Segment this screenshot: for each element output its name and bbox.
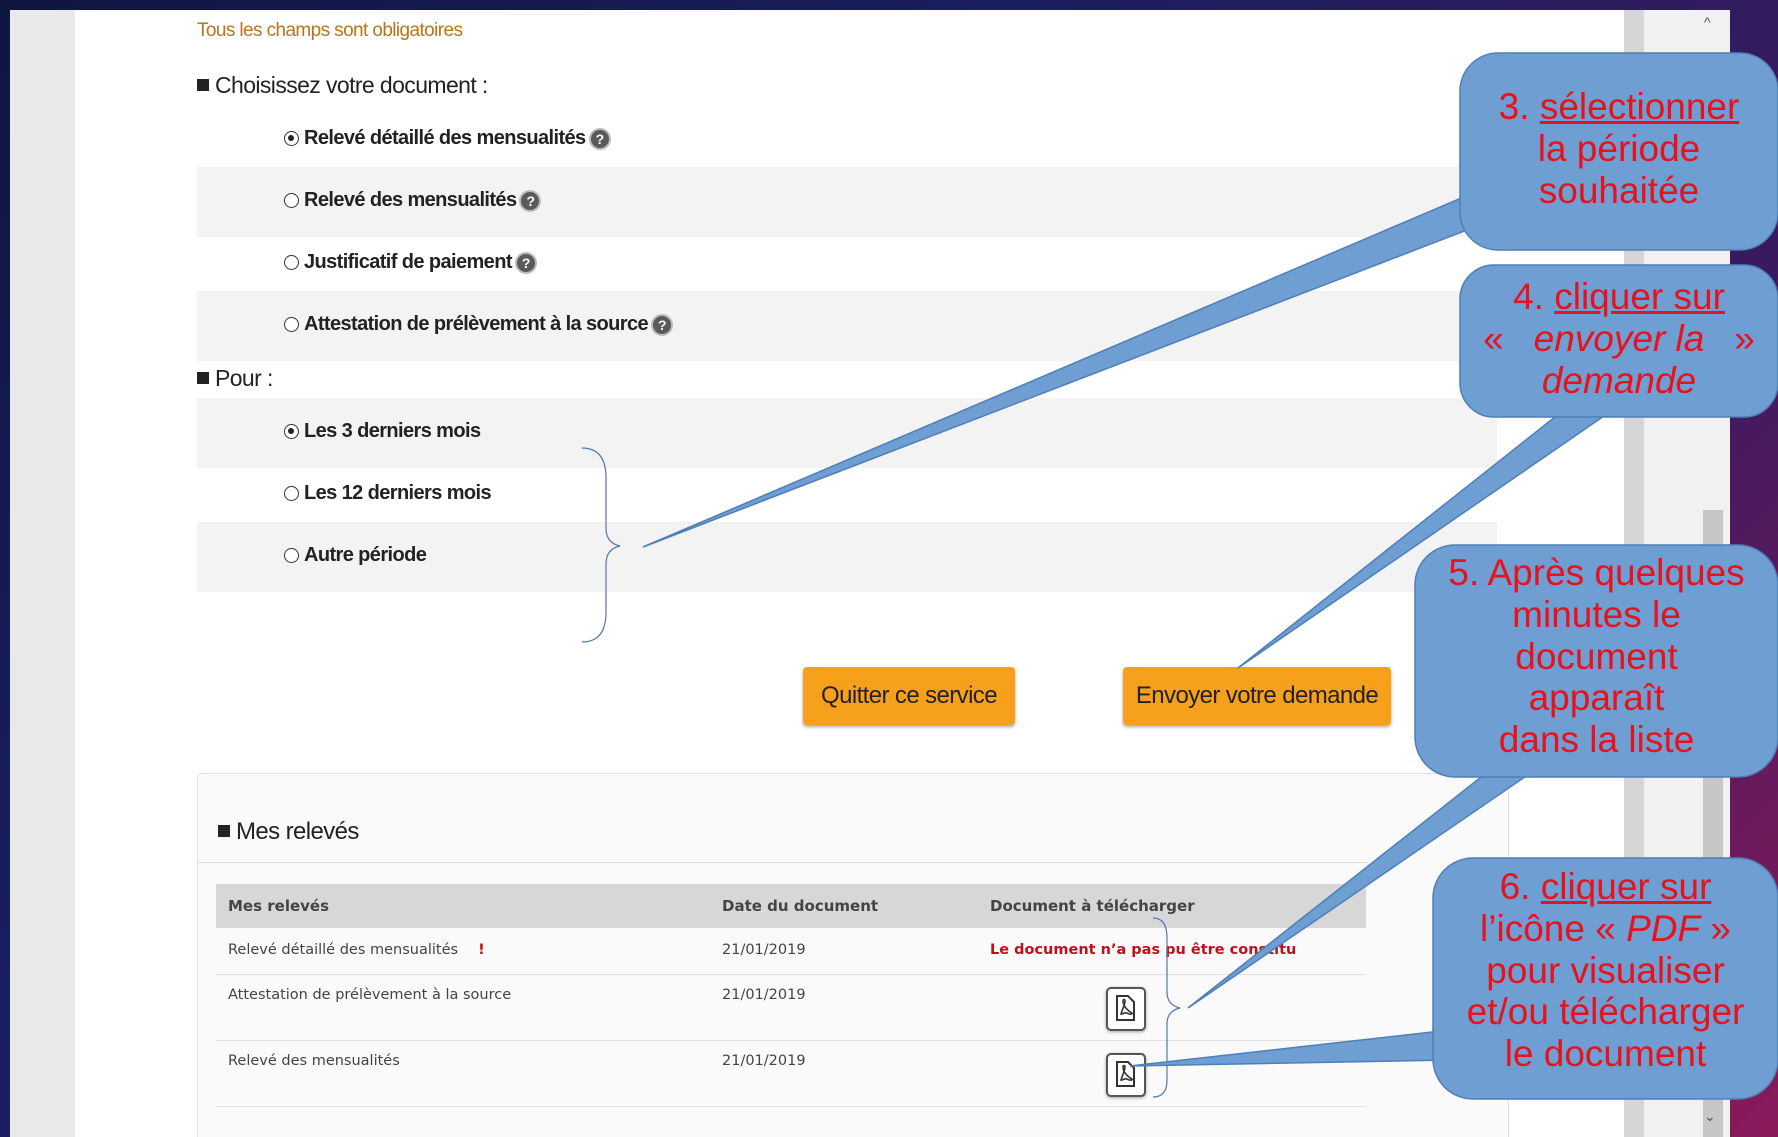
column-header: Mes relevés xyxy=(216,884,710,928)
option-label: Autre période xyxy=(304,544,427,566)
period-heading-label: Pour : xyxy=(215,365,273,391)
document-heading-label: Choisissez votre document : xyxy=(215,72,488,98)
callout-line: document xyxy=(1515,635,1678,677)
option-label: Les 12 derniers mois xyxy=(304,482,492,504)
document-option-row: Attestation de prélèvement à la source ? xyxy=(197,291,1497,361)
option-label: Attestation de prélèvement à la source xyxy=(304,313,649,335)
document-option-detailed[interactable]: Relevé détaillé des mensualités ? xyxy=(284,127,611,150)
period-heading: Pour : xyxy=(197,365,273,392)
option-label: Les 3 derniers mois xyxy=(304,420,481,442)
radio-icon[interactable] xyxy=(284,255,299,270)
radio-selected-icon[interactable] xyxy=(284,424,299,439)
period-option-row: Les 3 derniers mois xyxy=(197,398,1497,468)
period-option-3-months[interactable]: Les 3 derniers mois xyxy=(284,420,481,443)
help-icon[interactable]: ? xyxy=(588,127,611,150)
callout-line: et/ou télécharger xyxy=(1466,991,1745,1033)
callout-quote: » xyxy=(1734,317,1755,359)
callout-line: le document xyxy=(1504,1033,1707,1075)
callout-line: minutes le xyxy=(1512,593,1681,635)
scroll-down-icon[interactable]: ⌄ xyxy=(1704,1108,1716,1125)
warning-icon: ! xyxy=(478,942,485,958)
scroll-up-icon[interactable]: ^ xyxy=(1704,14,1711,30)
cell-name: Relevé détaillé des mensualités! xyxy=(216,928,710,975)
help-icon[interactable]: ? xyxy=(514,251,537,274)
releves-panel: Mes relevés Mes relevés Date du document… xyxy=(197,773,1509,1137)
column-header: Document à télécharger xyxy=(978,884,1366,928)
option-label: Relevé des mensualités xyxy=(304,189,517,211)
send-request-button[interactable]: Envoyer votre demande xyxy=(1123,667,1391,725)
callout-underlined: cliquer sur xyxy=(1554,276,1725,317)
option-label: Relevé détaillé des mensualités xyxy=(304,127,586,149)
document-option-withholding[interactable]: Attestation de prélèvement à la source ? xyxy=(284,313,673,336)
help-icon[interactable]: ? xyxy=(519,189,542,212)
document-option-row: Justificatif de paiement ? xyxy=(197,229,1497,299)
radio-icon[interactable] xyxy=(284,548,299,563)
callout-underlined: sélectionner xyxy=(1539,86,1740,127)
table-row: Relevé des mensualités 21/01/2019 xyxy=(216,1040,1366,1107)
column-header: Date du document xyxy=(710,884,978,928)
radio-icon[interactable] xyxy=(284,317,299,332)
callout-quote: « xyxy=(1483,317,1504,359)
bullet-square-icon xyxy=(218,825,230,837)
callout-italic: envoyer la demande xyxy=(1533,317,1705,401)
table-row: Attestation de prélèvement à la source 2… xyxy=(216,974,1366,1041)
radio-selected-icon[interactable] xyxy=(284,131,299,146)
document-option-row: Relevé détaillé des mensualités ? xyxy=(197,105,1497,175)
pdf-download-icon[interactable] xyxy=(1106,1052,1146,1097)
callout-text: l’icône « xyxy=(1480,907,1616,949)
page-content: Tous les champs sont obligatoires Choisi… xyxy=(75,10,1624,1137)
document-option-row: Relevé des mensualités ? xyxy=(197,167,1497,237)
cell-date: 21/01/2019 xyxy=(710,974,978,1041)
help-icon[interactable]: ? xyxy=(651,313,673,336)
bullet-square-icon xyxy=(197,78,209,91)
table-header-row: Mes relevés Date du document Document à … xyxy=(216,884,1366,928)
required-fields-notice: Tous les champs sont obligatoires xyxy=(197,20,463,41)
cell-date: 21/01/2019 xyxy=(710,928,978,975)
period-option-other[interactable]: Autre période xyxy=(284,544,427,567)
callout-num: 3. xyxy=(1498,86,1530,127)
row-name: Relevé détaillé des mensualités xyxy=(228,942,459,958)
cell-date: 21/01/2019 xyxy=(710,1040,978,1107)
radio-icon[interactable] xyxy=(284,193,299,208)
divider xyxy=(198,862,1368,863)
releves-heading: Mes relevés xyxy=(218,818,359,846)
callout-underlined: cliquer sur xyxy=(1540,866,1712,907)
error-message: Le document n’a pas pu être constitu xyxy=(978,928,1366,975)
callout-body: la période souhaitée xyxy=(1537,127,1701,211)
pdf-download-icon[interactable] xyxy=(1106,986,1146,1031)
releves-table: Mes relevés Date du document Document à … xyxy=(216,884,1366,1107)
callout-line: apparaît xyxy=(1528,677,1665,719)
bullet-square-icon xyxy=(197,371,209,384)
period-option-row: Les 12 derniers mois xyxy=(197,460,1497,530)
cell-download xyxy=(978,974,1366,1041)
callout-6-text: 6. cliquer sur l’icône « PDF » pour visu… xyxy=(1433,866,1778,1075)
callout-5-text: 5. Après quelques minutes le document ap… xyxy=(1415,552,1778,761)
radio-icon[interactable] xyxy=(284,486,299,501)
period-option-row: Autre période xyxy=(197,522,1497,592)
callout-text: » xyxy=(1710,907,1731,949)
option-label: Justificatif de paiement xyxy=(304,251,512,273)
callout-italic: PDF xyxy=(1626,907,1701,949)
callout-line: 5. Après quelques xyxy=(1448,552,1745,593)
callout-num: 4. xyxy=(1513,276,1544,317)
callout-num: 6. xyxy=(1499,866,1531,907)
document-option-payment-proof[interactable]: Justificatif de paiement ? xyxy=(284,251,537,274)
cell-name: Attestation de prélèvement à la source xyxy=(216,974,710,1041)
releves-heading-label: Mes relevés xyxy=(236,818,359,845)
quit-service-button[interactable]: Quitter ce service xyxy=(803,667,1015,725)
period-option-12-months[interactable]: Les 12 derniers mois xyxy=(284,482,492,505)
document-heading: Choisissez votre document : xyxy=(197,72,488,99)
callout-line: dans la liste xyxy=(1498,719,1695,761)
callout-4-text: 4. cliquer sur « envoyer la demande » xyxy=(1460,276,1778,401)
document-option-monthly[interactable]: Relevé des mensualités ? xyxy=(284,189,542,212)
cell-name: Relevé des mensualités xyxy=(216,1040,710,1107)
callout-3-text: 3. sélectionner la période souhaitée xyxy=(1460,86,1778,211)
callout-line: pour visualiser xyxy=(1486,949,1725,991)
cell-download xyxy=(978,1040,1366,1107)
table-row: Relevé détaillé des mensualités! 21/01/2… xyxy=(216,928,1366,975)
